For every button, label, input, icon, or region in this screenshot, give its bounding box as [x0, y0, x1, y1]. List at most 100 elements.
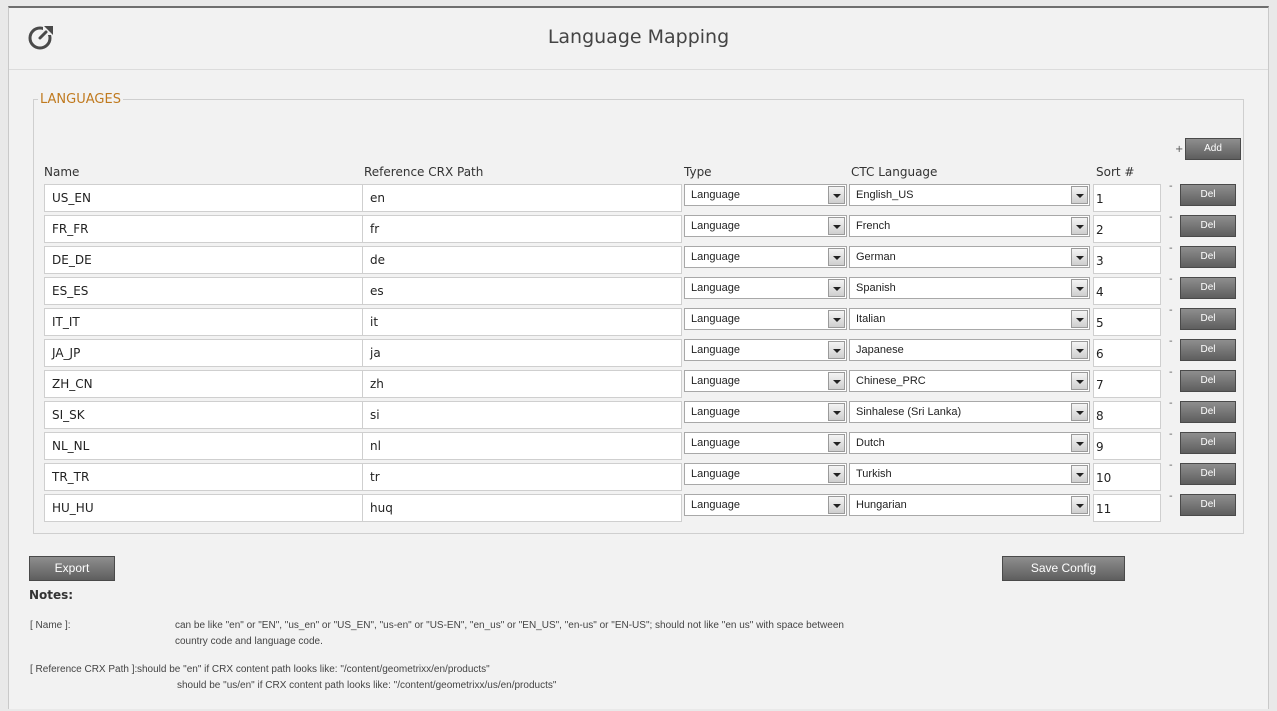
chevron-down-icon[interactable]: [1071, 310, 1088, 328]
column-header-ctc-language: CTC Language: [851, 165, 938, 179]
sort-input[interactable]: 1: [1093, 184, 1161, 212]
crx-path-input[interactable]: nl: [362, 432, 682, 460]
crx-path-input[interactable]: it: [362, 308, 682, 336]
chevron-down-icon[interactable]: [828, 434, 845, 452]
crx-path-input[interactable]: ja: [362, 339, 682, 367]
sort-input[interactable]: 8: [1093, 401, 1161, 429]
ctc-language-select[interactable]: Japanese: [849, 339, 1090, 361]
chevron-down-icon[interactable]: [1071, 403, 1088, 421]
export-button[interactable]: Export: [29, 556, 115, 581]
chevron-down-icon[interactable]: [1071, 496, 1088, 514]
chevron-down-icon[interactable]: [1071, 186, 1088, 204]
ctc-language-select[interactable]: Turkish: [849, 463, 1090, 485]
crx-path-input[interactable]: de: [362, 246, 682, 274]
type-select[interactable]: Language: [684, 184, 847, 206]
chevron-down-icon[interactable]: [828, 496, 845, 514]
delete-button[interactable]: Del: [1180, 463, 1236, 485]
delete-button[interactable]: Del: [1180, 308, 1236, 330]
name-input[interactable]: TR_TR: [44, 463, 364, 491]
chevron-down-icon[interactable]: [828, 403, 845, 421]
type-select[interactable]: Language: [684, 494, 847, 516]
crx-path-input[interactable]: huq: [362, 494, 682, 522]
sort-input[interactable]: 2: [1093, 215, 1161, 243]
delete-button[interactable]: Del: [1180, 432, 1236, 454]
chevron-down-icon[interactable]: [828, 279, 845, 297]
ctc-language-select[interactable]: French: [849, 215, 1090, 237]
sort-input[interactable]: 10: [1093, 463, 1161, 491]
chevron-down-icon[interactable]: [828, 186, 845, 204]
ctc-language-select[interactable]: English_US: [849, 184, 1090, 206]
type-select[interactable]: Language: [684, 277, 847, 299]
sort-input[interactable]: 6: [1093, 339, 1161, 367]
chevron-down-icon[interactable]: [1071, 341, 1088, 359]
name-input[interactable]: DE_DE: [44, 246, 364, 274]
type-select[interactable]: Language: [684, 339, 847, 361]
column-header-sort: Sort #: [1096, 165, 1135, 179]
sort-input[interactable]: 3: [1093, 246, 1161, 274]
crx-path-input[interactable]: en: [362, 184, 682, 212]
add-button[interactable]: Add: [1185, 138, 1241, 160]
name-input[interactable]: ES_ES: [44, 277, 364, 305]
crx-path-input[interactable]: es: [362, 277, 682, 305]
name-input[interactable]: SI_SK: [44, 401, 364, 429]
ctc-language-select[interactable]: Italian: [849, 308, 1090, 330]
ctc-language-select[interactable]: Chinese_PRC: [849, 370, 1090, 392]
name-input[interactable]: JA_JP: [44, 339, 364, 367]
type-select[interactable]: Language: [684, 215, 847, 237]
save-config-button[interactable]: Save Config: [1002, 556, 1125, 581]
ctc-language-select[interactable]: Sinhalese (Sri Lanka): [849, 401, 1090, 423]
chevron-down-icon[interactable]: [1071, 217, 1088, 235]
delete-button[interactable]: Del: [1180, 339, 1236, 361]
ctc-language-value: Turkish: [856, 468, 892, 480]
table-row: ES_ES es Language Spanish 4- Del: [44, 274, 1244, 305]
delete-button[interactable]: Del: [1180, 246, 1236, 268]
name-input[interactable]: FR_FR: [44, 215, 364, 243]
ctc-language-value: Japanese: [856, 344, 904, 356]
table-row: JA_JP ja Language Japanese 6- Del: [44, 336, 1244, 367]
chevron-down-icon[interactable]: [1071, 372, 1088, 390]
name-input[interactable]: ZH_CN: [44, 370, 364, 398]
delete-button[interactable]: Del: [1180, 277, 1236, 299]
crx-path-input[interactable]: si: [362, 401, 682, 429]
name-input[interactable]: IT_IT: [44, 308, 364, 336]
ctc-language-select[interactable]: Spanish: [849, 277, 1090, 299]
delete-button[interactable]: Del: [1180, 370, 1236, 392]
sort-input[interactable]: 9: [1093, 432, 1161, 460]
ctc-language-select[interactable]: Dutch: [849, 432, 1090, 454]
name-input[interactable]: US_EN: [44, 184, 364, 212]
chevron-down-icon[interactable]: [828, 372, 845, 390]
ctc-language-value: Hungarian: [856, 499, 907, 511]
name-input[interactable]: HU_HU: [44, 494, 364, 522]
name-input[interactable]: NL_NL: [44, 432, 364, 460]
chevron-down-icon[interactable]: [1071, 434, 1088, 452]
crx-path-input[interactable]: zh: [362, 370, 682, 398]
chevron-down-icon[interactable]: [1071, 248, 1088, 266]
type-select-value: Language: [691, 437, 740, 449]
sort-input[interactable]: 4: [1093, 277, 1161, 305]
delete-button[interactable]: Del: [1180, 401, 1236, 423]
ctc-language-select[interactable]: German: [849, 246, 1090, 268]
chevron-down-icon[interactable]: [828, 341, 845, 359]
sort-input[interactable]: 5: [1093, 308, 1161, 336]
ctc-language-select[interactable]: Hungarian: [849, 494, 1090, 516]
delete-button[interactable]: Del: [1180, 215, 1236, 237]
ctc-language-value: German: [856, 251, 896, 263]
delete-button[interactable]: Del: [1180, 184, 1236, 206]
chevron-down-icon[interactable]: [828, 217, 845, 235]
chevron-down-icon[interactable]: [828, 248, 845, 266]
type-select[interactable]: Language: [684, 463, 847, 485]
type-select[interactable]: Language: [684, 246, 847, 268]
crx-path-input[interactable]: fr: [362, 215, 682, 243]
chevron-down-icon[interactable]: [1071, 279, 1088, 297]
type-select[interactable]: Language: [684, 432, 847, 454]
type-select[interactable]: Language: [684, 308, 847, 330]
crx-path-input[interactable]: tr: [362, 463, 682, 491]
chevron-down-icon[interactable]: [1071, 465, 1088, 483]
delete-button[interactable]: Del: [1180, 494, 1236, 516]
chevron-down-icon[interactable]: [828, 310, 845, 328]
sort-input[interactable]: 11: [1093, 494, 1161, 522]
chevron-down-icon[interactable]: [828, 465, 845, 483]
type-select[interactable]: Language: [684, 401, 847, 423]
type-select[interactable]: Language: [684, 370, 847, 392]
sort-input[interactable]: 7: [1093, 370, 1161, 398]
